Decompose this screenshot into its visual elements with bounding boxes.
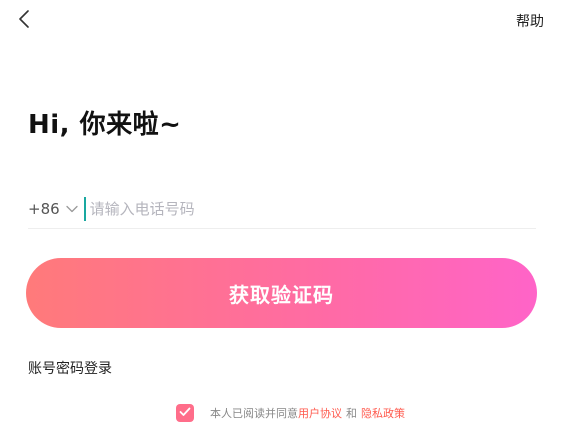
phone-input-row: +86: [28, 190, 536, 229]
checkmark-icon: [179, 407, 191, 420]
country-code-selector[interactable]: +86: [28, 200, 84, 218]
back-button[interactable]: [14, 10, 34, 32]
agreement-row: 本人已阅读并同意 用户协议 和 隐私政策: [176, 404, 405, 422]
chevron-down-icon: [66, 205, 78, 213]
chevron-left-icon: [18, 10, 30, 32]
country-code-value: +86: [28, 200, 60, 218]
agreement-and: 和: [346, 407, 357, 420]
help-link[interactable]: 帮助: [516, 11, 544, 31]
get-verification-code-button[interactable]: 获取验证码: [26, 258, 537, 328]
privacy-policy-link[interactable]: 隐私政策: [361, 405, 405, 421]
login-screen: 帮助 Hi, 你来啦~ +86 获取验证码 账号密码登录 本人已阅读并同意 用户…: [0, 0, 563, 439]
user-agreement-link[interactable]: 用户协议: [298, 405, 342, 421]
phone-number-input[interactable]: [83, 197, 536, 221]
greeting-title: Hi, 你来啦~: [28, 110, 182, 140]
password-login-link[interactable]: 账号密码登录: [28, 358, 112, 378]
agreement-checkbox[interactable]: [176, 404, 194, 422]
agreement-prefix: 本人已阅读并同意: [210, 407, 298, 420]
